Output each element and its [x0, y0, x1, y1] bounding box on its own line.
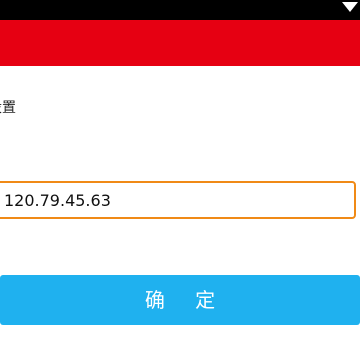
- server-ip-input[interactable]: [0, 181, 356, 219]
- status-bar: [0, 0, 360, 20]
- section-label: 设置: [0, 100, 16, 116]
- title-bar: [0, 20, 360, 66]
- wifi-icon: [342, 2, 358, 12]
- app-screen: 设置 确 定: [0, 0, 360, 360]
- confirm-button[interactable]: 确 定: [0, 275, 360, 325]
